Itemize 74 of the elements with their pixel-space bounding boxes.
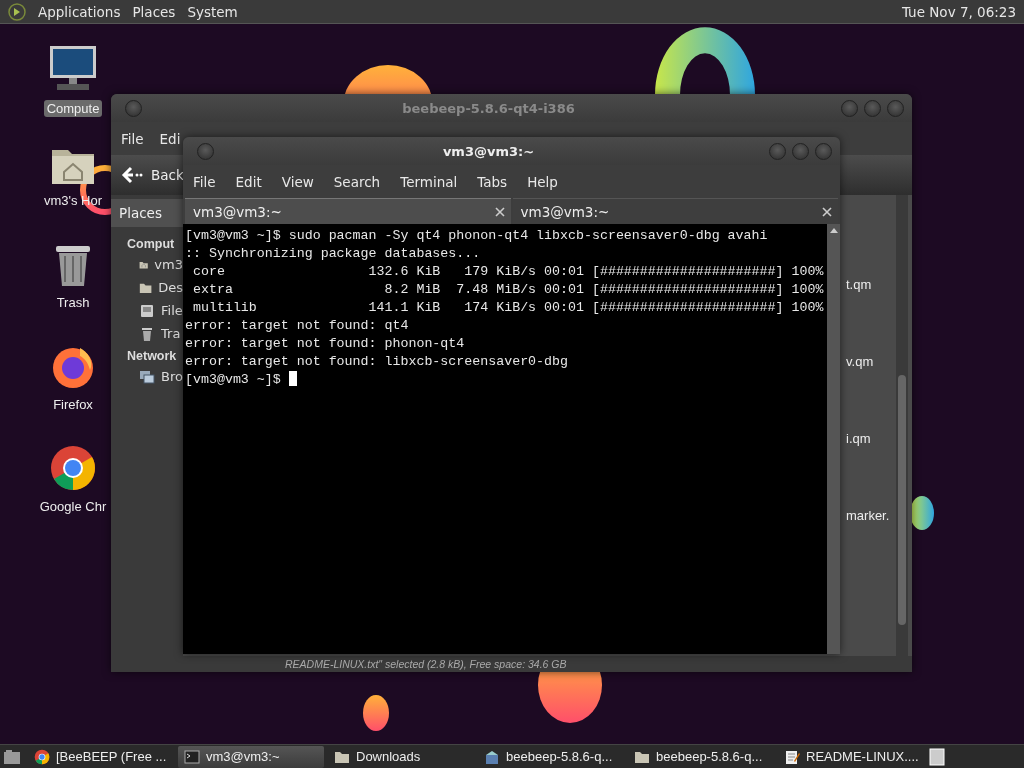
sidebar-heading: Comput xyxy=(126,236,176,253)
trash-icon xyxy=(139,325,155,342)
drive-icon xyxy=(139,302,155,319)
menu-item[interactable]: File xyxy=(121,130,144,147)
sidebar-item-label: Des xyxy=(158,280,183,295)
terminal-line: error: target not found: qt4 xyxy=(185,317,410,335)
text-editor-icon xyxy=(784,748,800,765)
desktop-icon-label[interactable]: Compute xyxy=(43,100,103,117)
status-bar: README-LINUX.txt" selected (2.8 kB), Free space: 34.6 GB xyxy=(111,656,912,672)
window-title: beebeep-5.8.6-qt4-i386 xyxy=(401,100,576,116)
sidebar-item-label: File xyxy=(161,303,183,318)
terminal-line: [vm3@vm3 ~]$ xyxy=(185,371,827,389)
taskbar-item[interactable]: README-LINUX.... xyxy=(778,745,924,768)
terminal-line: error: target not found: libxcb-screensaver0-dbg xyxy=(185,353,569,371)
terminal-line: multilib 141.1 KiB 174 KiB/s 00:01 [######################] 100% xyxy=(191,299,825,317)
back-button[interactable]: Back xyxy=(121,166,184,184)
terminal-line: [vm3@vm3 ~]$ sudo pacman -Sy qt4 phonon-qt4 libxcb-screensaver0-dbg avahi xyxy=(185,227,769,245)
chrome-icon[interactable] xyxy=(49,444,97,492)
chrome-icon xyxy=(34,748,50,765)
terminal-line: extra 8.2 MiB 7.48 MiB/s 00:01 [######################] 100% xyxy=(191,281,825,299)
desktop-icon-label[interactable]: Trash xyxy=(53,294,93,311)
file-name[interactable]: v.qm xyxy=(846,354,874,375)
text-cursor-icon xyxy=(288,371,297,386)
sidebar-item[interactable]: File xyxy=(111,299,183,322)
taskbar-item[interactable]: Downloads xyxy=(328,745,474,768)
sidebar-heading: Network xyxy=(126,348,178,365)
terminal-line: :: Synchronizing package databases... xyxy=(185,245,482,263)
file-name[interactable]: marker. xyxy=(846,508,890,529)
menu-item[interactable]: Terminal xyxy=(400,173,458,190)
sidebar-item[interactable]: Tra xyxy=(111,322,183,345)
terminal-icon xyxy=(184,748,200,765)
taskbar-item[interactable]: beebeep-5.8.6-q... xyxy=(478,745,624,768)
sidebar-item-label: Tra xyxy=(161,326,181,341)
scroll-up-icon[interactable] xyxy=(829,227,838,233)
menu-item[interactable]: Search xyxy=(333,173,381,190)
sidebar-item[interactable]: Bro xyxy=(111,365,183,388)
file-name[interactable]: i.qm xyxy=(846,431,871,452)
app-menu-icon[interactable] xyxy=(8,2,26,21)
trash-icon[interactable] xyxy=(54,244,92,288)
scrollbar[interactable] xyxy=(827,224,840,654)
close-icon[interactable] xyxy=(494,206,505,217)
taskbar-item[interactable]: vm3@vm3:~ xyxy=(178,745,324,768)
scrollbar[interactable] xyxy=(896,195,908,656)
panel-menu[interactable]: Places xyxy=(132,3,176,20)
clock[interactable]: Tue Nov 7, 06:23 xyxy=(901,3,1016,20)
terminal-line: error: target not found: phonon-qt4 xyxy=(185,335,466,353)
menu-item[interactable]: Help xyxy=(527,173,558,190)
back-arrow-icon xyxy=(121,166,143,184)
terminal-tab[interactable]: vm3@vm3:~ xyxy=(185,198,511,224)
menu-item[interactable]: Edi xyxy=(159,130,181,147)
network-icon xyxy=(139,368,155,385)
menu-item[interactable]: Edit xyxy=(235,173,262,190)
desktop-icon-label[interactable]: Firefox xyxy=(50,396,96,413)
taskbar-item[interactable]: [BeeBEEP (Free ... xyxy=(28,745,174,768)
sidebar-item-label: Bro xyxy=(161,369,183,384)
terminal-line: core 132.6 KiB 179 KiB/s 00:01 [######################] 100% xyxy=(191,263,825,281)
sidebar-tab[interactable]: Places xyxy=(111,199,183,227)
package-icon xyxy=(484,748,500,765)
tab-label: vm3@vm3:~ xyxy=(193,203,282,220)
menu-item[interactable]: Tabs xyxy=(477,173,508,190)
sidebar-item-label: vm3 xyxy=(154,257,183,272)
desktop-icon-label[interactable]: Google Chr xyxy=(36,498,110,515)
file-name[interactable]: t.qm xyxy=(846,277,872,298)
menu-item[interactable]: File xyxy=(193,173,216,190)
tab-label: vm3@vm3:~ xyxy=(520,203,610,220)
panel-menu[interactable]: Applications xyxy=(38,3,121,20)
window-title: vm3@vm3:~ xyxy=(441,143,536,159)
menu-item[interactable]: View xyxy=(281,173,314,190)
sidebar-item[interactable]: vm3 xyxy=(111,253,183,276)
taskbar-item[interactable]: beebeep-5.8.6-q... xyxy=(628,745,774,768)
workspace-icon[interactable] xyxy=(928,746,946,767)
sidebar-item[interactable]: Des xyxy=(111,276,183,299)
panel-menu[interactable]: System xyxy=(187,3,238,20)
close-icon[interactable] xyxy=(822,206,832,217)
